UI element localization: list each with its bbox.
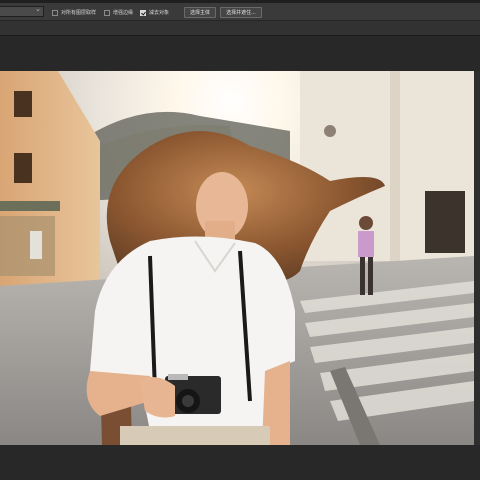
street-photo <box>0 71 474 445</box>
tool-mode-dropdown[interactable]: ⌄ <box>0 5 44 17</box>
sample-all-layers-label: 对所有图层取样 <box>61 10 97 16</box>
enhance-edge-label: 增强边缘 <box>113 10 134 16</box>
canvas-right-edge <box>474 71 480 445</box>
select-and-mask-button[interactable]: 选择并遮住... <box>220 7 262 18</box>
sample-all-layers-checkbox[interactable] <box>52 9 58 16</box>
options-bar: ⌄ 对所有图层取样 增强边缘 减去对象 选择主体 选择并遮住... <box>0 3 480 21</box>
subtract-object-option[interactable]: 减去对象 <box>140 8 169 17</box>
subtract-object-checkbox[interactable] <box>140 9 146 16</box>
document-canvas-image[interactable] <box>0 71 474 445</box>
enhance-edge-checkbox[interactable] <box>104 9 110 16</box>
chevron-down-icon: ⌄ <box>35 5 41 13</box>
sample-all-layers-option[interactable]: 对所有图层取样 <box>52 8 96 17</box>
enhance-edge-option[interactable]: 增强边缘 <box>104 8 133 17</box>
subtract-object-label: 减去对象 <box>149 10 170 16</box>
select-subject-button[interactable]: 选择主体 <box>184 7 216 18</box>
document-tab-bar <box>0 21 480 35</box>
